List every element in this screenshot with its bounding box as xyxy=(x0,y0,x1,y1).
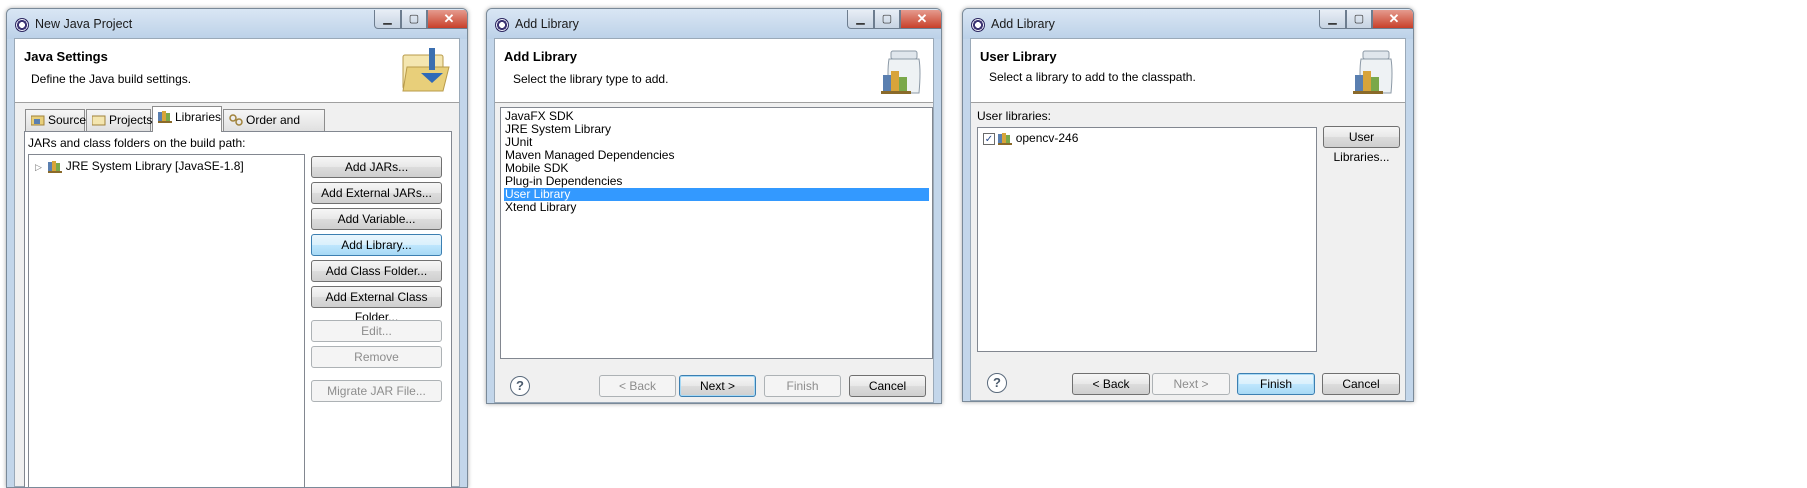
add-user-library-window: Add Library ▁ ▢ ✕ User Library Select a … xyxy=(962,8,1414,402)
list-item[interactable]: ✓ opencv-246 xyxy=(983,131,1078,146)
next-button[interactable]: Next > xyxy=(1152,373,1230,395)
tab-source[interactable]: Source xyxy=(25,109,87,131)
maximize-button[interactable]: ▢ xyxy=(401,10,427,29)
dialog-body: User Library Select a library to add to … xyxy=(970,38,1406,401)
eclipse-icon xyxy=(495,18,509,32)
title-bar[interactable]: Add Library ▁ ▢ ✕ xyxy=(963,9,1413,39)
close-button[interactable]: ✕ xyxy=(427,10,467,29)
page-description: Define the Java build settings. xyxy=(31,72,192,86)
add-class-folder-button[interactable]: Add Class Folder... xyxy=(311,260,442,282)
list-item[interactable]: Xtend Library xyxy=(504,201,929,214)
add-external-jars-button[interactable]: Add External JARs... xyxy=(311,182,442,204)
minimize-button[interactable]: ▁ xyxy=(374,10,401,29)
add-library-button[interactable]: Add Library... xyxy=(311,234,442,256)
add-variable-button[interactable]: Add Variable... xyxy=(311,208,442,230)
page-description: Select a library to add to the classpath… xyxy=(989,70,1196,84)
finish-button[interactable]: Finish xyxy=(1237,373,1315,395)
tab-label: Projects xyxy=(109,113,153,127)
next-button[interactable]: Next > xyxy=(679,375,756,397)
user-libraries-label: User libraries: xyxy=(977,109,1052,123)
user-libraries-list[interactable]: ✓ opencv-246 xyxy=(977,127,1317,352)
title-bar[interactable]: New Java Project ▁ ▢ ✕ xyxy=(7,9,467,39)
library-name: opencv-246 xyxy=(1015,131,1079,145)
add-external-class-folder-button[interactable]: Add External Class Folder... xyxy=(311,286,442,324)
projects-folder-icon xyxy=(92,115,106,126)
help-icon[interactable]: ? xyxy=(987,373,1007,393)
page-title: User Library xyxy=(980,49,1057,64)
order-export-icon xyxy=(229,114,243,126)
library-wizard-icon xyxy=(1347,45,1399,97)
wizard-header: User Library Select a library to add to … xyxy=(971,39,1405,103)
minimize-button[interactable]: ▁ xyxy=(1319,10,1346,29)
help-icon[interactable]: ? xyxy=(510,376,530,396)
library-wizard-icon xyxy=(875,45,927,97)
tab-libraries[interactable]: Libraries xyxy=(152,106,222,132)
library-checkbox[interactable]: ✓ xyxy=(983,132,995,145)
minimize-button[interactable]: ▁ xyxy=(847,10,874,29)
dialog-body: Java Settings Define the Java build sett… xyxy=(14,38,460,487)
eclipse-icon xyxy=(971,18,985,32)
close-button[interactable]: ✕ xyxy=(1372,10,1413,29)
back-button[interactable]: < Back xyxy=(599,375,676,397)
cancel-button[interactable]: Cancel xyxy=(849,375,926,397)
title-bar[interactable]: Add Library ▁ ▢ ✕ xyxy=(487,9,941,39)
migrate-jar-button[interactable]: Migrate JAR File... xyxy=(311,380,442,402)
remove-button[interactable]: Remove xyxy=(311,346,442,368)
build-path-tree[interactable]: ▷ JRE System Library [JavaSE-1.8] xyxy=(28,154,305,487)
back-button[interactable]: < Back xyxy=(1072,373,1150,395)
page-description: Select the library type to add. xyxy=(513,72,669,86)
wizard-header: Add Library Select the library type to a… xyxy=(495,39,933,103)
library-type-list[interactable]: JavaFX SDK JRE System Library JUnit Mave… xyxy=(500,107,933,359)
library-icon xyxy=(998,133,1012,145)
library-icon xyxy=(48,161,62,173)
finish-button[interactable]: Finish xyxy=(764,375,841,397)
libraries-icon xyxy=(158,111,172,123)
window-title: Add Library xyxy=(515,17,579,31)
maximize-button[interactable]: ▢ xyxy=(1346,10,1372,29)
close-button[interactable]: ✕ xyxy=(900,10,941,29)
libraries-tab-panel: JARs and class folders on the build path… xyxy=(24,131,452,487)
tab-label: Libraries xyxy=(175,110,222,124)
list-item[interactable]: JRE System Library xyxy=(504,123,929,136)
page-title: Java Settings xyxy=(24,49,108,64)
cancel-button[interactable]: Cancel xyxy=(1322,373,1400,395)
user-libraries-button[interactable]: User Libraries... xyxy=(1323,126,1400,164)
page-title: Add Library xyxy=(504,49,577,64)
tree-item-label: JRE System Library [JavaSE-1.8] xyxy=(65,159,244,173)
build-path-label: JARs and class folders on the build path… xyxy=(28,136,246,150)
maximize-button[interactable]: ▢ xyxy=(874,10,900,29)
tree-expand-icon[interactable]: ▷ xyxy=(35,159,45,175)
window-title: Add Library xyxy=(991,17,1055,31)
new-java-project-window: New Java Project ▁ ▢ ✕ Java Settings Def… xyxy=(6,8,468,488)
source-folder-icon xyxy=(31,115,45,126)
dialog-body: Add Library Select the library type to a… xyxy=(494,38,934,403)
wizard-header: Java Settings Define the Java build sett… xyxy=(15,39,459,103)
tab-order-and-export[interactable]: Order and Export xyxy=(223,109,325,147)
edit-button[interactable]: Edit... xyxy=(311,320,442,342)
window-title: New Java Project xyxy=(35,17,133,31)
eclipse-icon xyxy=(15,18,29,32)
tab-projects[interactable]: Projects xyxy=(86,109,153,131)
tree-item[interactable]: ▷ JRE System Library [JavaSE-1.8] xyxy=(35,158,244,174)
tab-label: Source xyxy=(48,113,87,127)
folder-wizard-icon xyxy=(401,45,453,97)
add-library-type-window: Add Library ▁ ▢ ✕ Add Library Select the… xyxy=(486,8,942,404)
add-jars-button[interactable]: Add JARs... xyxy=(311,156,442,178)
